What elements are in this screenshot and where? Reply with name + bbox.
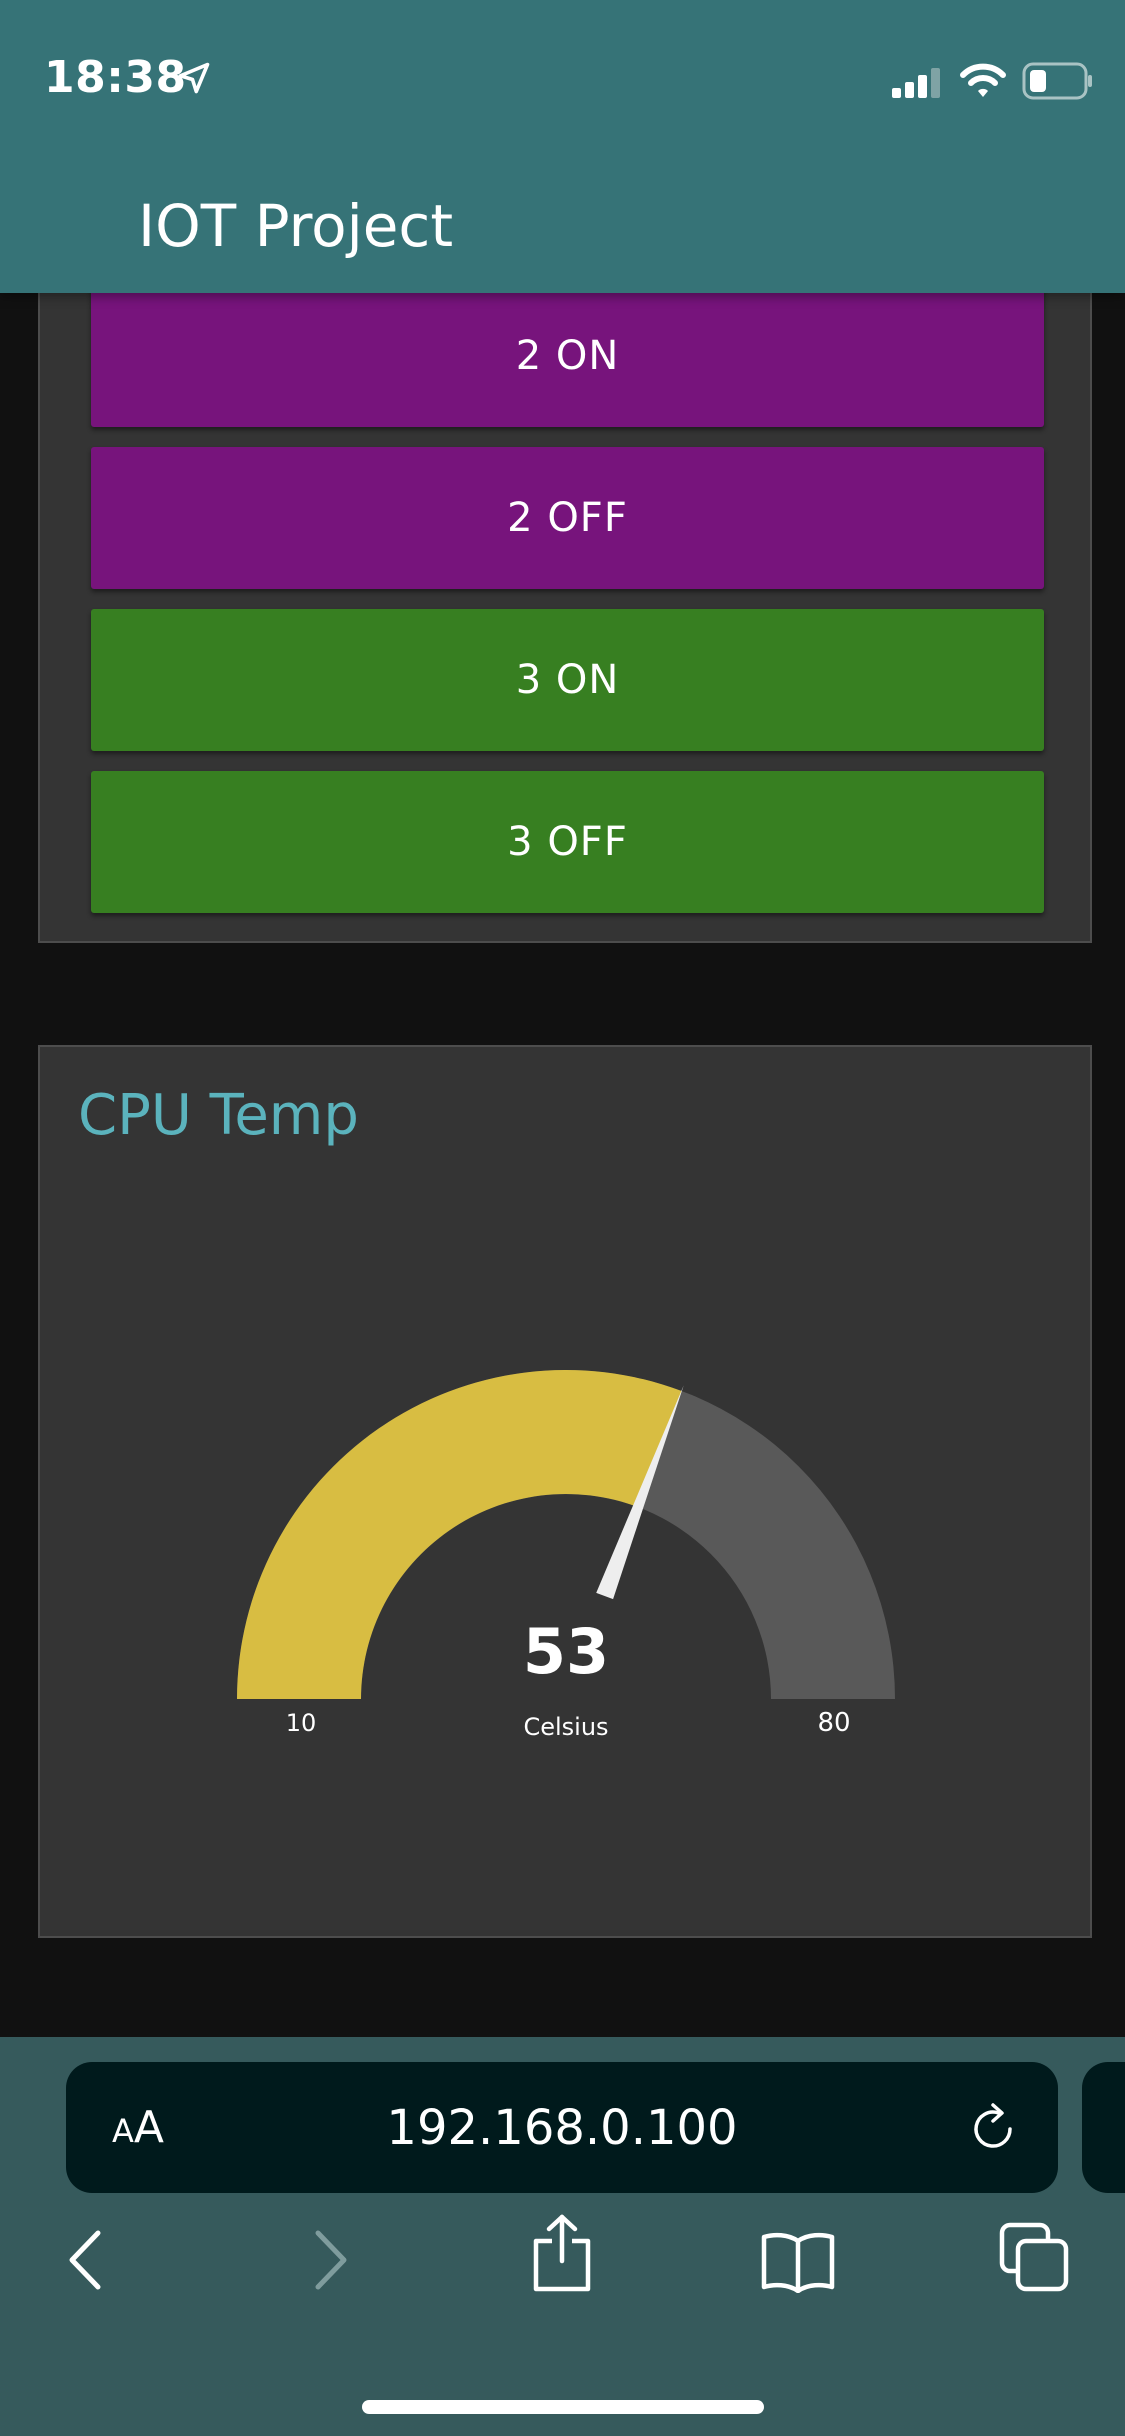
button-2-off[interactable]: 2 OFF (91, 447, 1044, 589)
reload-icon[interactable] (966, 2102, 1020, 2156)
location-arrow-icon (178, 62, 210, 94)
forward-icon[interactable] (304, 2227, 354, 2293)
button-3-on[interactable]: 3 ON (91, 609, 1044, 751)
url-text[interactable]: 192.168.0.100 (66, 2100, 1058, 2156)
gauge-fill (237, 1370, 682, 1699)
cellular-signal-icon (892, 68, 940, 98)
share-icon[interactable] (530, 2213, 594, 2293)
home-indicator[interactable] (362, 2400, 764, 2414)
dashboard-content[interactable]: 2 ON 2 OFF 3 ON 3 OFF CPU Temp 53 Celsiu… (0, 293, 1125, 2037)
back-icon[interactable] (62, 2227, 112, 2293)
page-title: IOT Project (138, 192, 454, 260)
gauge-value: 53 (523, 1615, 609, 1688)
cpu-temp-gauge: 53 Celsius 10 80 (237, 1370, 895, 1741)
button-3-off[interactable]: 3 OFF (91, 771, 1044, 913)
app-header: 18:38 IOT Project (0, 0, 1125, 293)
gauge-min-label: 10 (286, 1709, 317, 1737)
tabs-icon[interactable] (998, 2221, 1070, 2293)
browser-toolbar: AA 192.168.0.100 (0, 2037, 1125, 2436)
status-time: 18:38 (44, 52, 187, 103)
gauge-unit: Celsius (523, 1713, 608, 1741)
battery-icon (1022, 62, 1092, 100)
next-tab-preview[interactable] (1082, 2062, 1125, 2193)
bookmarks-icon[interactable] (760, 2231, 836, 2293)
button-2-on[interactable]: 2 ON (91, 293, 1044, 427)
cpu-temp-card: CPU Temp 53 Celsius 10 80 (38, 1045, 1092, 1938)
gauge-max-label: 80 (817, 1708, 850, 1738)
switch-card: 2 ON 2 OFF 3 ON 3 OFF (38, 293, 1092, 943)
wifi-icon (960, 63, 1006, 97)
address-bar[interactable]: AA 192.168.0.100 (66, 2062, 1058, 2193)
